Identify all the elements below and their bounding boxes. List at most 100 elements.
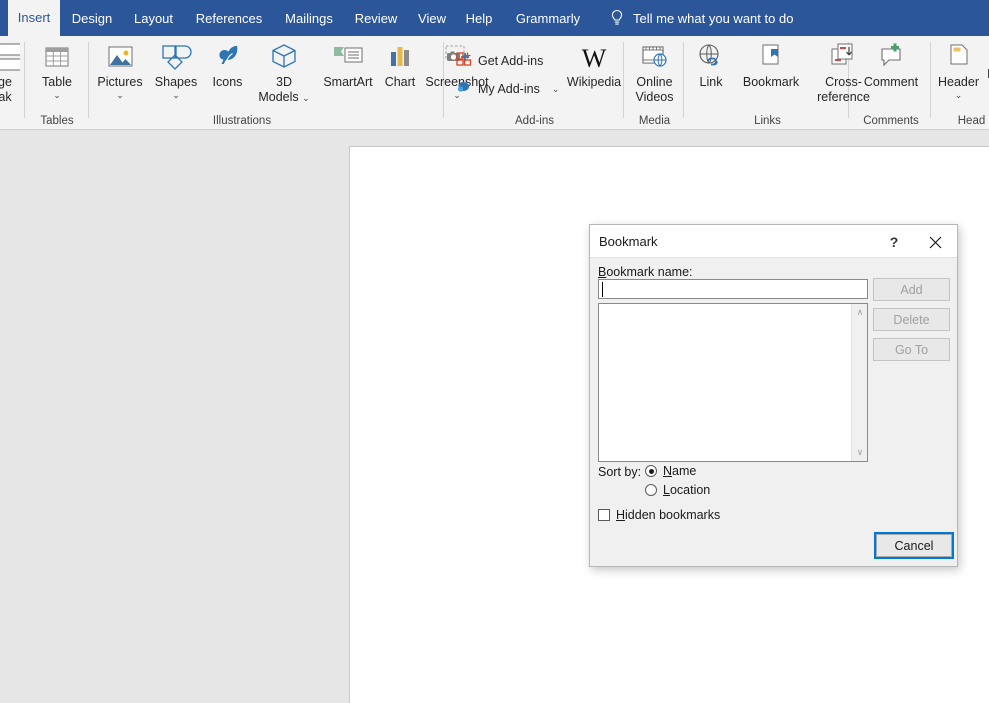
online-videos-label-2: Videos <box>636 90 674 105</box>
my-addins-button[interactable]: My Add-ins ⌄ <box>456 79 559 98</box>
ribbon-tab-strip: Insert Design Layout References Mailings… <box>0 0 989 36</box>
table-icon <box>42 40 72 72</box>
links-group-label: Links <box>687 115 848 127</box>
sort-name-accel: N <box>663 464 672 478</box>
tab-layout[interactable]: Layout <box>126 0 181 36</box>
chevron-down-icon[interactable]: ⌄ <box>53 91 61 100</box>
links-group: Link Bookmark <box>687 36 848 130</box>
tab-view-label: View <box>418 11 446 26</box>
comment-button[interactable]: Comment <box>852 40 930 90</box>
scroll-down-icon[interactable]: ∨ <box>852 444 868 461</box>
go-to-button[interactable]: Go To <box>873 338 950 361</box>
3d-models-label-2-wrap: Models ⌄ <box>258 90 309 105</box>
tab-grammarly[interactable]: Grammarly <box>505 0 591 36</box>
link-button[interactable]: Link <box>687 40 735 90</box>
dialog-title: Bookmark <box>599 234 658 249</box>
my-addins-icon <box>456 79 472 98</box>
get-addins-label: Get Add-ins <box>478 54 543 68</box>
lightbulb-icon <box>610 9 624 27</box>
hidden-bookmarks-rest: idden bookmarks <box>625 508 720 522</box>
get-addins-button[interactable]: Get Add-ins <box>456 51 543 70</box>
bookmark-list[interactable]: ∧ ∨ <box>598 303 868 462</box>
tab-references-label: References <box>196 11 262 26</box>
tab-help[interactable]: Help <box>458 0 500 36</box>
tab-mailings[interactable]: Mailings <box>276 0 342 36</box>
hidden-bookmarks-checkbox[interactable]: Hidden bookmarks <box>598 508 720 522</box>
wikipedia-label: Wikipedia <box>567 75 621 90</box>
footer-button[interactable]: F <box>983 67 989 82</box>
add-button-label: Add <box>900 283 922 297</box>
tab-insert[interactable]: Insert <box>8 0 60 36</box>
header-button[interactable]: Header ⌄ <box>934 40 983 100</box>
shapes-label: Shapes <box>155 75 197 90</box>
chart-label: Chart <box>385 75 416 90</box>
tab-view[interactable]: View <box>410 0 454 36</box>
comment-label: Comment <box>864 75 918 90</box>
delete-button[interactable]: Delete <box>873 308 950 331</box>
media-group: Online Videos Media <box>627 36 682 130</box>
svg-text:W: W <box>582 44 607 72</box>
table-button[interactable]: Table ⌄ <box>28 40 86 100</box>
delete-button-label: Delete <box>893 313 929 327</box>
bookmark-button[interactable]: Bookmark <box>735 40 807 90</box>
go-to-button-label: Go To <box>895 343 928 357</box>
media-group-label: Media <box>627 115 682 127</box>
shapes-button[interactable]: Shapes ⌄ <box>148 40 204 100</box>
tab-grammarly-label: Grammarly <box>516 11 580 26</box>
sort-by-name-radio[interactable]: Name <box>645 464 696 478</box>
new-comment-icon <box>875 40 907 72</box>
smartart-button[interactable]: SmartArt <box>317 40 379 90</box>
wikipedia-button[interactable]: W Wikipedia <box>564 40 624 90</box>
bookmark-name-rest: ookmark name: <box>606 265 692 279</box>
icons-button[interactable]: Icons <box>204 40 251 90</box>
chevron-down-icon[interactable]: ⌄ <box>552 85 560 94</box>
radio-icon-location <box>645 484 657 496</box>
bookmark-list-scrollbar[interactable]: ∧ ∨ <box>851 304 867 461</box>
chevron-down-icon[interactable]: ⌄ <box>116 91 124 100</box>
smartart-label: SmartArt <box>323 75 372 90</box>
close-icon[interactable] <box>925 232 945 252</box>
chevron-down-icon[interactable]: ⌄ <box>172 91 180 100</box>
3d-models-label-1: 3D <box>276 75 292 90</box>
online-videos-button[interactable]: Online Videos <box>627 40 682 105</box>
pictures-button[interactable]: Pictures ⌄ <box>92 40 148 100</box>
checkbox-icon <box>598 509 610 521</box>
chevron-down-icon[interactable]: ⌄ <box>302 93 310 103</box>
bookmark-dialog: Bookmark ? Bookmark name: ∧ ∨ Add Delete… <box>589 224 958 567</box>
comments-group: Comment Comments <box>852 36 930 130</box>
group-divider <box>930 42 931 118</box>
tab-mailings-label: Mailings <box>285 11 333 26</box>
3d-models-button[interactable]: 3D Models ⌄ <box>251 40 317 105</box>
hidden-bookmarks-accel: H <box>616 508 625 522</box>
table-label: Table <box>42 75 72 90</box>
dialog-title-bar: Bookmark ? <box>590 225 957 258</box>
bookmark-label: Bookmark <box>743 75 799 90</box>
tab-review[interactable]: Review <box>347 0 405 36</box>
header-label: Header <box>938 75 979 90</box>
tab-help-label: Help <box>466 11 493 26</box>
sort-by-location-radio[interactable]: Location <box>645 483 710 497</box>
group-divider <box>88 42 89 118</box>
cancel-button[interactable]: Cancel <box>876 534 952 557</box>
link-globe-icon <box>696 40 726 72</box>
pictures-icon <box>105 40 135 72</box>
tab-design[interactable]: Design <box>64 0 120 36</box>
page-break-label-1: ge <box>0 75 12 90</box>
online-video-icon <box>640 40 670 72</box>
chevron-down-icon[interactable]: ⌄ <box>955 91 963 100</box>
page-break-button[interactable]: ge ak <box>0 40 24 105</box>
chart-button[interactable]: Chart <box>379 40 421 90</box>
illustrations-group-label: Illustrations <box>92 115 392 127</box>
illustrations-group: Pictures ⌄ Shapes ⌄ <box>92 36 442 130</box>
scroll-up-icon[interactable]: ∧ <box>852 304 868 321</box>
cancel-button-label: Cancel <box>895 539 934 553</box>
tab-references[interactable]: References <box>188 0 270 36</box>
header-footer-group: Header ⌄ F Head <box>934 36 989 130</box>
help-icon[interactable]: ? <box>884 232 904 252</box>
page-break-icon <box>0 40 20 72</box>
bookmark-name-input[interactable] <box>598 279 868 299</box>
tell-me-search[interactable]: Tell me what you want to do <box>610 0 793 36</box>
tables-group: Table ⌄ Tables <box>28 36 86 130</box>
icons-icon <box>213 40 243 72</box>
add-button[interactable]: Add <box>873 278 950 301</box>
